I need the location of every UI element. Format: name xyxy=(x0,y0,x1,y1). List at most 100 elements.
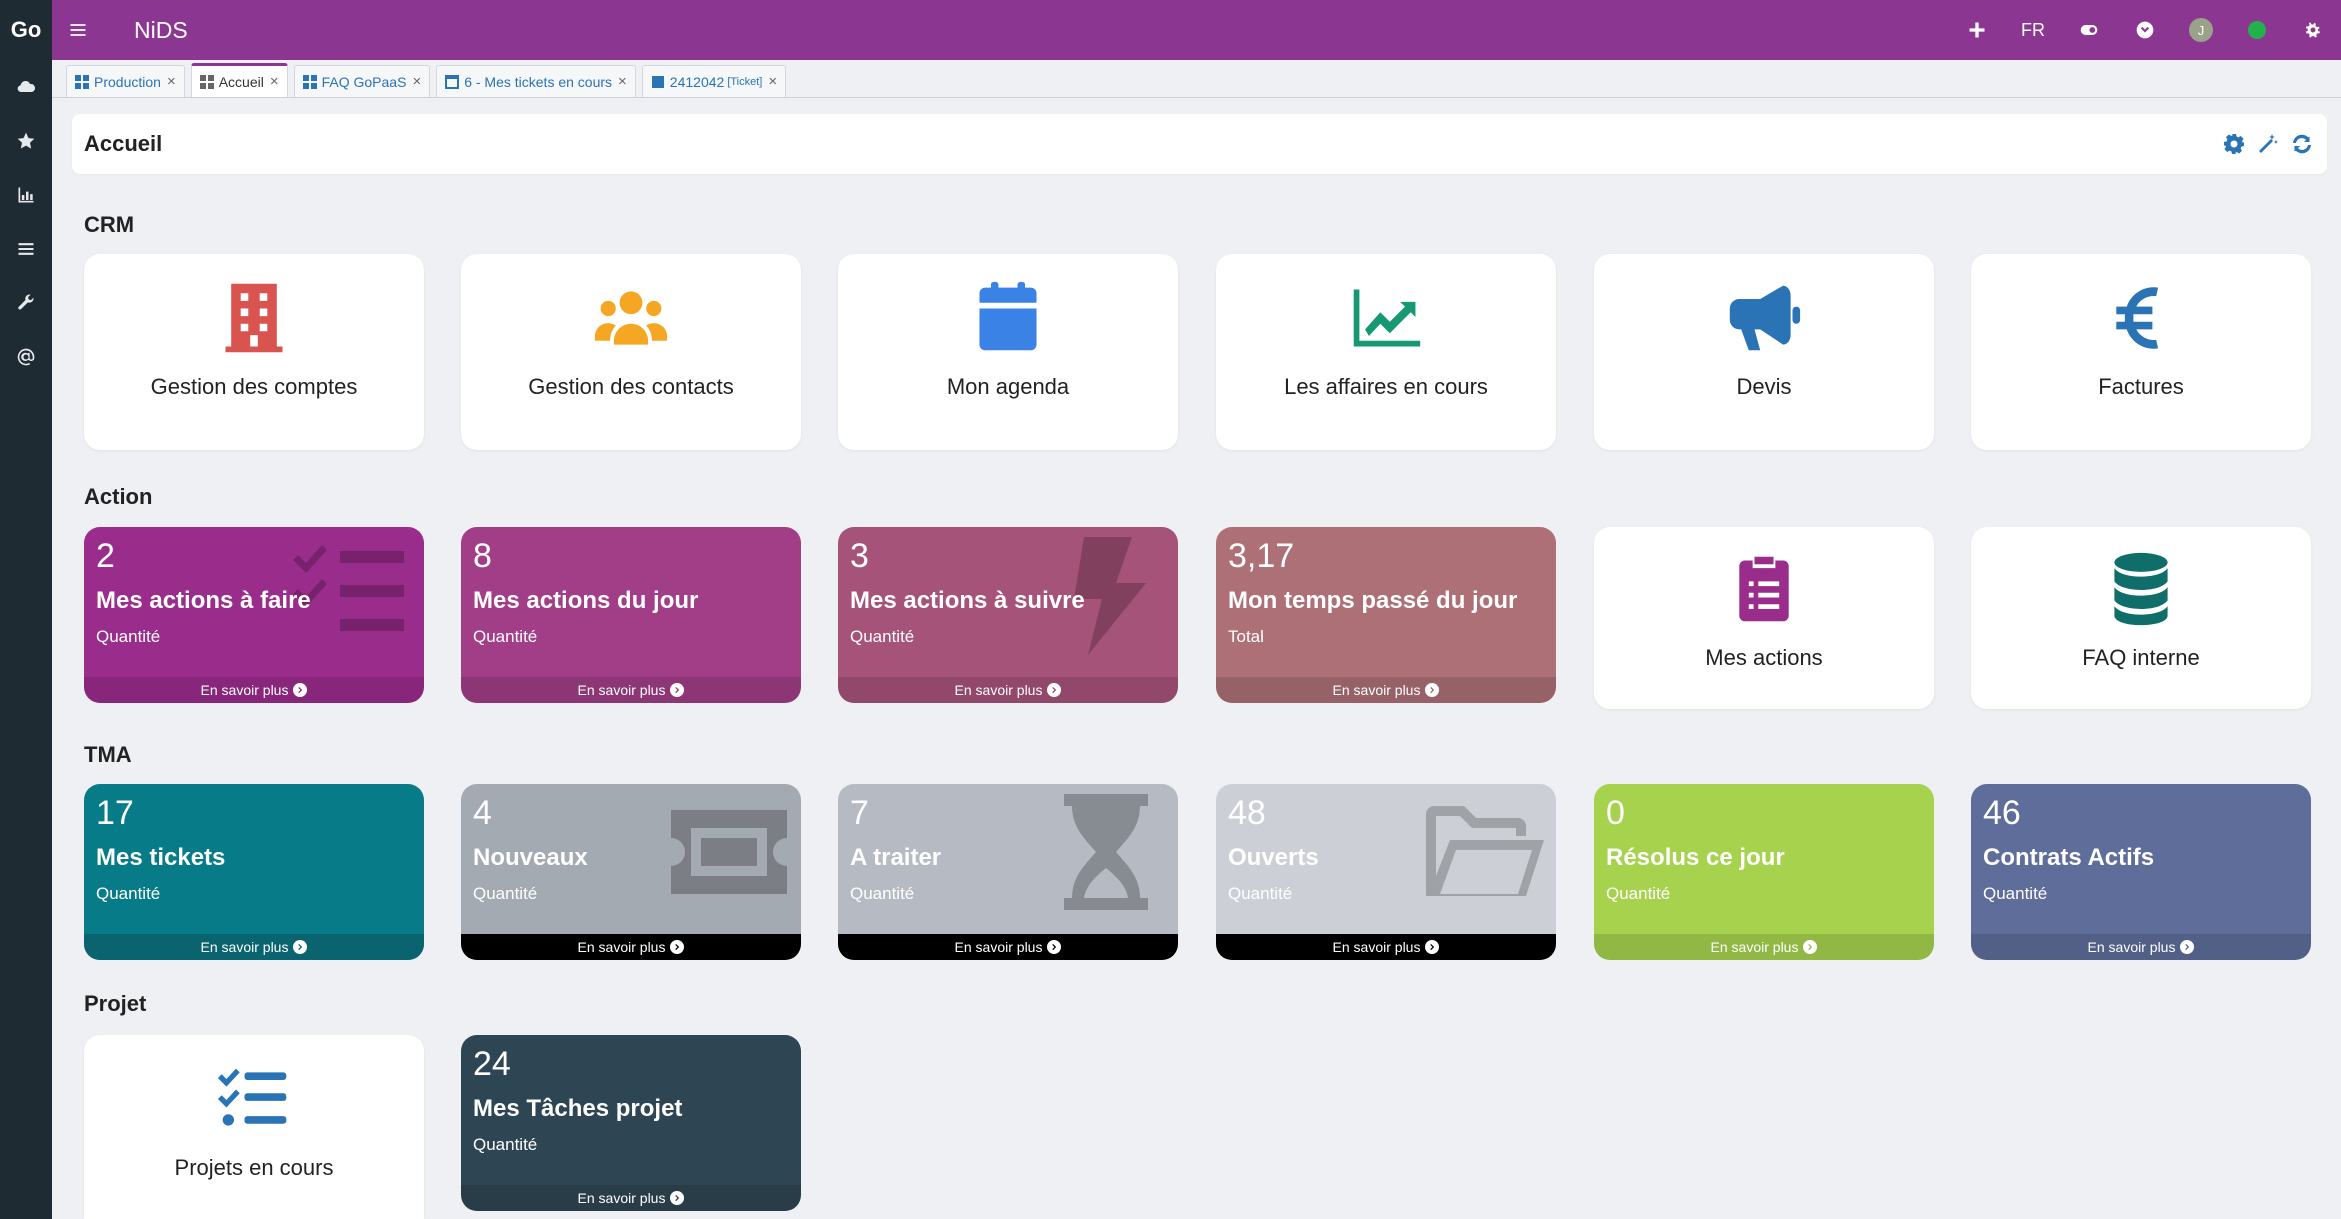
users-icon xyxy=(591,278,671,358)
more-info-link[interactable]: En savoir plus xyxy=(461,1185,801,1211)
more-label: En savoir plus xyxy=(954,939,1043,955)
stat-value: 3 xyxy=(850,537,869,575)
stat-card-ouverts[interactable]: 48 Ouverts Quantité En savoir plus xyxy=(1216,784,1556,960)
euro-icon xyxy=(2101,278,2181,358)
stat-label: Nouveaux xyxy=(473,844,588,871)
calendar-icon xyxy=(968,278,1048,358)
more-info-link[interactable]: En savoir plus xyxy=(1594,934,1934,960)
more-info-link[interactable]: En savoir plus xyxy=(838,934,1178,960)
ticket-icon xyxy=(667,790,791,914)
card-label: Gestion des comptes xyxy=(150,374,358,399)
language-selector[interactable]: FR xyxy=(2005,20,2061,41)
card-gestion-contacts[interactable]: Gestion des contacts xyxy=(461,254,801,450)
card-factures[interactable]: Factures xyxy=(1971,254,2311,450)
tab-faq-gopaas[interactable]: FAQ GoPaaS × xyxy=(293,65,431,97)
tab-accueil[interactable]: Accueil × xyxy=(190,63,288,97)
tab-label: Accueil xyxy=(218,73,264,90)
close-icon[interactable]: × xyxy=(167,73,176,90)
card-faq-interne[interactable]: FAQ interne xyxy=(1971,527,2311,709)
stat-card-a-traiter[interactable]: 7 A traiter Quantité En savoir plus xyxy=(838,784,1178,960)
stat-sublabel: Quantité xyxy=(96,884,161,903)
card-gestion-comptes[interactable]: Gestion des comptes xyxy=(84,254,424,450)
stat-card-actions-a-suivre[interactable]: 3 Mes actions à suivre Quantité En savoi… xyxy=(838,527,1178,703)
cogs-icon[interactable] xyxy=(2285,0,2341,60)
online-status-indicator[interactable] xyxy=(2229,0,2285,60)
more-info-link[interactable]: En savoir plus xyxy=(838,677,1178,703)
card-mes-actions[interactable]: Mes actions xyxy=(1594,527,1934,709)
card-mon-agenda[interactable]: Mon agenda xyxy=(838,254,1178,450)
cloud-icon[interactable] xyxy=(0,60,52,114)
window-icon xyxy=(445,74,460,89)
stat-card-mes-tickets[interactable]: 17 Mes tickets Quantité En savoir plus xyxy=(84,784,424,960)
stat-sublabel: Quantité xyxy=(473,1135,538,1154)
stat-sublabel: Quantité xyxy=(473,627,538,646)
avatar: J xyxy=(2189,18,2213,42)
more-info-link[interactable]: En savoir plus xyxy=(84,934,424,960)
hamburger-menu-icon[interactable] xyxy=(52,0,104,60)
card-devis[interactable]: Devis xyxy=(1594,254,1934,450)
top-bar: NiDS FR J xyxy=(52,0,2341,60)
stat-value: 46 xyxy=(1983,794,2021,832)
stat-value: 7 xyxy=(850,794,869,832)
more-info-link[interactable]: En savoir plus xyxy=(461,677,801,703)
card-projets-en-cours[interactable]: Projets en cours xyxy=(84,1035,424,1219)
stat-card-temps-passe[interactable]: 3,17 Mon temps passé du jour Total En sa… xyxy=(1216,527,1556,703)
more-info-link[interactable]: En savoir plus xyxy=(1216,934,1556,960)
toggle-icon[interactable] xyxy=(2061,0,2117,60)
section-title-tma: TMA xyxy=(84,742,132,767)
tab-ticket[interactable]: 2412042 [Ticket] × xyxy=(641,65,787,97)
grid-icon xyxy=(199,74,214,89)
bar-chart-icon[interactable] xyxy=(0,168,52,222)
tab-mes-tickets[interactable]: 6 - Mes tickets en cours × xyxy=(436,65,636,97)
sidebar: Go xyxy=(0,0,52,1219)
close-icon[interactable]: × xyxy=(412,73,421,90)
tab-production[interactable]: Production × xyxy=(66,65,185,97)
more-info-link[interactable]: En savoir plus xyxy=(1216,677,1556,703)
stat-value: 17 xyxy=(96,794,134,832)
more-label: En savoir plus xyxy=(2087,939,2176,955)
settings-gear-icon[interactable] xyxy=(2217,127,2251,161)
more-label: En savoir plus xyxy=(200,682,289,698)
chevron-circle-down-icon[interactable] xyxy=(2117,0,2173,60)
stat-label: A traiter xyxy=(850,844,942,871)
page-header: Accueil xyxy=(72,114,2327,174)
stat-card-contrats-actifs[interactable]: 46 Contrats Actifs Quantité En savoir pl… xyxy=(1971,784,2311,960)
stat-value: 0 xyxy=(1606,794,1625,832)
card-label: FAQ interne xyxy=(2082,645,2200,670)
card-label: Factures xyxy=(2098,374,2184,399)
close-icon[interactable]: × xyxy=(768,73,777,90)
card-label: Mon agenda xyxy=(946,374,1070,399)
folder-open-icon xyxy=(1422,790,1546,914)
ticket-icon xyxy=(651,75,664,88)
list-icon[interactable] xyxy=(0,222,52,276)
card-affaires-en-cours[interactable]: Les affaires en cours xyxy=(1216,254,1556,450)
close-icon[interactable]: × xyxy=(618,73,627,90)
stat-card-taches-projet[interactable]: 24 Mes Tâches projet Quantité En savoir … xyxy=(461,1035,801,1211)
card-label: Devis xyxy=(1736,374,1792,399)
chart-line-icon xyxy=(1346,278,1426,358)
stat-card-actions-du-jour[interactable]: 8 Mes actions du jour Quantité En savoir… xyxy=(461,527,801,703)
stat-card-resolus[interactable]: 0 Résolus ce jour Quantité En savoir plu… xyxy=(1594,784,1934,960)
star-icon[interactable] xyxy=(0,114,52,168)
stat-sublabel: Quantité xyxy=(1606,884,1671,903)
grid-icon xyxy=(302,74,317,89)
wrench-icon[interactable] xyxy=(0,276,52,330)
stat-card-actions-a-faire[interactable]: 2 Mes actions à faire Quantité En savoir… xyxy=(84,527,424,703)
tab-label: FAQ GoPaaS xyxy=(321,73,407,90)
stat-card-nouveaux[interactable]: 4 Nouveaux Quantité En savoir plus xyxy=(461,784,801,960)
magic-wand-icon[interactable] xyxy=(2251,127,2285,161)
at-icon[interactable] xyxy=(0,330,52,384)
close-icon[interactable]: × xyxy=(270,73,279,90)
more-info-link[interactable]: En savoir plus xyxy=(1971,934,2311,960)
more-info-link[interactable]: En savoir plus xyxy=(461,934,801,960)
stat-sublabel: Total xyxy=(1228,627,1264,646)
page-title: Accueil xyxy=(84,131,163,156)
more-info-link[interactable]: En savoir plus xyxy=(84,677,424,703)
user-avatar[interactable]: J xyxy=(2173,0,2229,60)
plus-icon[interactable] xyxy=(1949,0,2005,60)
section-title-projet: Projet xyxy=(84,991,147,1016)
app-logo[interactable]: Go xyxy=(0,0,52,60)
arrow-circle-right-icon xyxy=(1047,683,1062,697)
grid-icon xyxy=(75,74,89,89)
refresh-icon[interactable] xyxy=(2285,127,2319,161)
